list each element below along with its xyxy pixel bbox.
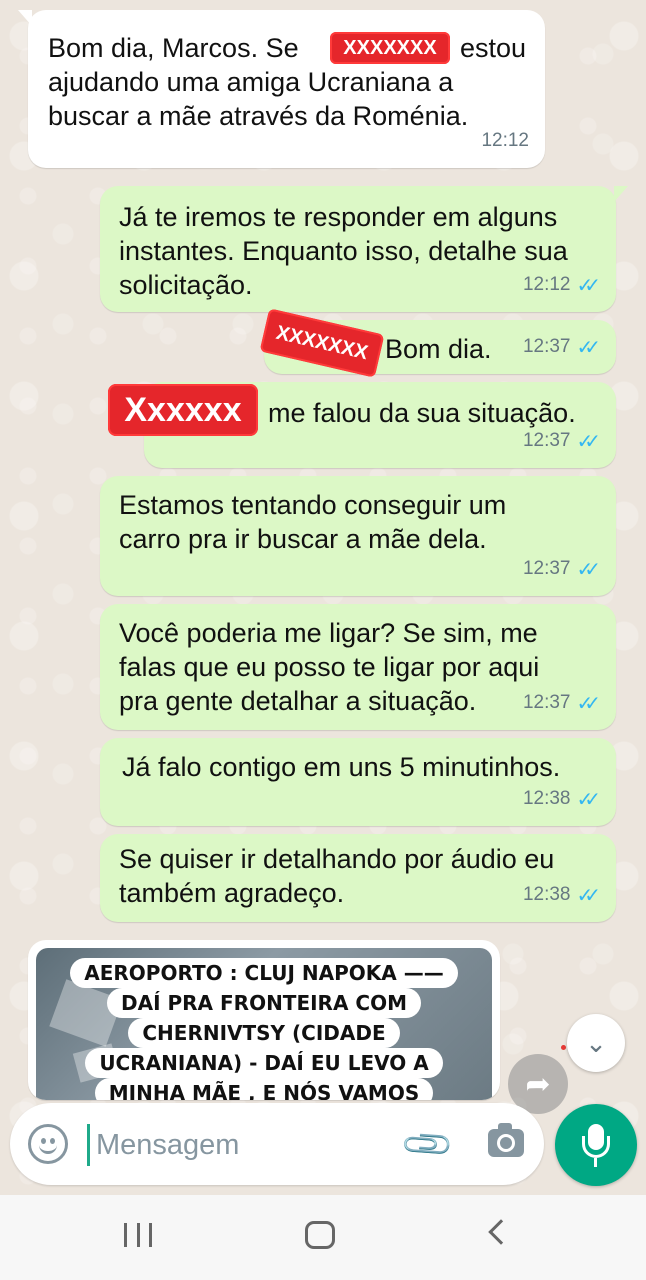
incoming-image-message[interactable]: AEROPORTO : CLUJ NAPOKA —— DAÍ PRA FRONT… (28, 940, 500, 1100)
read-ticks-icon: ✓✓ (576, 883, 600, 907)
message-meta: 12:12 (481, 124, 529, 158)
message-time: 12:12 (481, 130, 529, 151)
message-text-fragment: estou (460, 33, 527, 63)
message-time: 12:37 (522, 558, 571, 579)
home-icon[interactable] (305, 1221, 335, 1249)
message-meta: 12:37 ✓✓ (522, 552, 601, 586)
message-meta: 12:38 ✓✓ (522, 782, 601, 816)
message-meta: 12:12 ✓✓ (522, 268, 601, 302)
outgoing-message[interactable]: Já falo contigo em uns 5 minutinhos. 12:… (100, 738, 616, 826)
message-line: ajudando uma amiga Ucraniana a (48, 67, 454, 97)
system-navigation-bar (0, 1195, 646, 1280)
message-line: Você poderia me ligar? Se sim, me (119, 618, 538, 648)
redaction-label: XXXXXXX (330, 32, 450, 64)
mic-button[interactable] (555, 1104, 637, 1186)
read-ticks-icon: ✓✓ (576, 429, 600, 453)
message-composer: Mensagem 📎 (10, 1103, 544, 1185)
caption-line: UCRANIANA) - DAÍ EU LEVO A (36, 1048, 492, 1078)
message-line: buscar a mãe através da Roménia. (48, 101, 469, 131)
bubble-tail (614, 186, 628, 202)
read-ticks-icon: ✓✓ (576, 691, 600, 715)
message-meta: 12:37 ✓✓ (522, 330, 601, 364)
chat-background: Bom dia, Marcos. Se ajudando uma amiga U… (0, 0, 646, 1195)
attach-icon[interactable]: 📎 (399, 1116, 457, 1174)
caption-line: DAÍ PRA FRONTEIRA COM (36, 988, 492, 1018)
message-line: instantes. Enquanto isso, detalhe sua (119, 236, 568, 266)
back-icon[interactable] (488, 1219, 514, 1245)
camera-icon[interactable] (488, 1123, 524, 1157)
read-ticks-icon: ✓✓ (576, 557, 600, 581)
read-ticks-icon: ✓✓ (576, 273, 600, 297)
message-line: Se quiser ir detalhando por áudio eu (119, 844, 555, 874)
recent-apps-icon[interactable] (124, 1223, 152, 1247)
message-meta: 12:37 ✓✓ (522, 686, 601, 720)
outgoing-message[interactable]: Já te iremos te responder em alguns inst… (100, 186, 628, 312)
message-text: Já falo contigo em uns 5 minutinhos. (122, 752, 561, 782)
scroll-down-icon[interactable]: ⌄ (567, 1014, 625, 1072)
message-line: carro pra ir buscar a mãe dela. (119, 524, 487, 554)
outgoing-message[interactable]: Estamos tentando conseguir um carro pra … (100, 476, 616, 596)
incoming-message[interactable]: Bom dia, Marcos. Se ajudando uma amiga U… (18, 10, 545, 168)
emoji-icon[interactable] (28, 1124, 68, 1164)
message-time: 12:38 (522, 788, 571, 809)
message-input[interactable]: Mensagem (96, 1126, 239, 1164)
outgoing-message[interactable]: Se quiser ir detalhando por áudio eu tam… (100, 834, 616, 922)
message-text: Bom dia. (385, 334, 492, 364)
message-line: falas que eu posso te ligar por aqui (119, 652, 540, 682)
message-time: 12:38 (522, 884, 571, 905)
unread-dot (561, 1045, 566, 1050)
message-time: 12:37 (522, 336, 571, 357)
read-ticks-icon: ✓✓ (576, 787, 600, 811)
redaction-label: Xxxxxx (108, 384, 258, 436)
read-ticks-icon: ✓✓ (576, 335, 600, 359)
text-cursor (87, 1124, 90, 1166)
outgoing-message[interactable]: Você poderia me ligar? Se sim, me falas … (100, 604, 616, 730)
message-time: 12:37 (522, 692, 571, 713)
caption-line: CHERNIVTSY (CIDADE (36, 1018, 492, 1048)
message-time: 12:37 (522, 430, 571, 451)
message-time: 12:12 (522, 274, 571, 295)
map-image[interactable]: AEROPORTO : CLUJ NAPOKA —— DAÍ PRA FRONT… (36, 948, 492, 1100)
caption-line: MINHA MÃE , E NÓS VAMOS (36, 1078, 492, 1100)
message-line: Já te iremos te responder em alguns (119, 202, 558, 232)
message-meta: 12:37 ✓✓ (522, 424, 601, 458)
message-line: Estamos tentando conseguir um (119, 490, 507, 520)
bubble-tail (18, 10, 32, 26)
caption-line: AEROPORTO : CLUJ NAPOKA —— (36, 958, 492, 988)
message-meta: 12:38 ✓✓ (522, 878, 601, 912)
